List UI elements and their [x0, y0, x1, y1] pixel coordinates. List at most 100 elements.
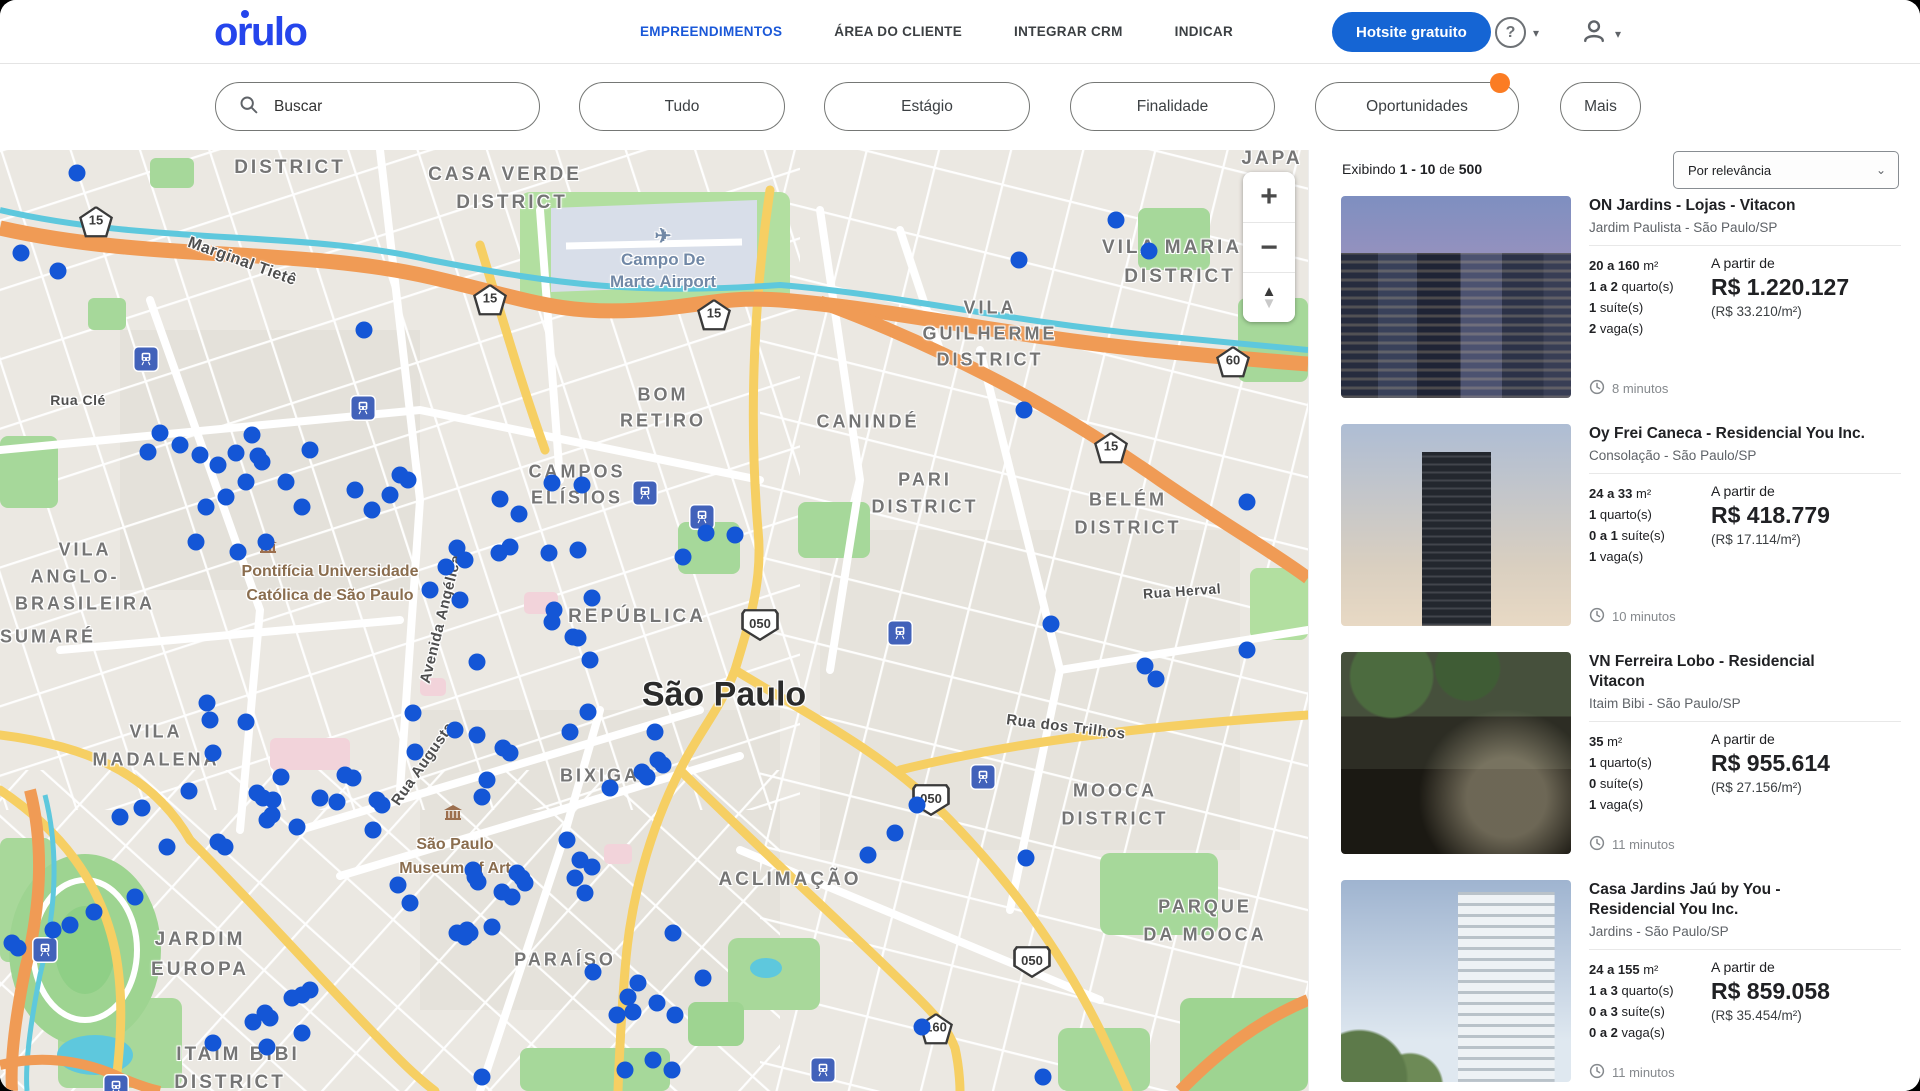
filter-finalidade[interactable]: Finalidade [1070, 82, 1275, 131]
property-marker[interactable] [727, 527, 744, 544]
filter-oportunidades[interactable]: Oportunidades [1315, 82, 1519, 131]
property-marker[interactable] [474, 1069, 491, 1086]
property-marker[interactable] [294, 499, 311, 516]
property-marker[interactable] [198, 499, 215, 516]
filter-mais[interactable]: Mais [1560, 82, 1641, 131]
property-marker[interactable] [159, 839, 176, 856]
property-marker[interactable] [238, 474, 255, 491]
property-marker[interactable] [1035, 1069, 1052, 1086]
property-marker[interactable] [422, 582, 439, 599]
property-marker[interactable] [1148, 671, 1165, 688]
property-marker[interactable] [302, 982, 319, 999]
property-marker[interactable] [574, 477, 591, 494]
property-marker[interactable] [585, 964, 602, 981]
property-marker[interactable] [584, 859, 601, 876]
property-marker[interactable] [609, 1007, 626, 1024]
property-marker[interactable] [909, 797, 926, 814]
property-marker[interactable] [259, 1039, 276, 1056]
property-marker[interactable] [259, 812, 276, 829]
property-marker[interactable] [278, 474, 295, 491]
property-marker[interactable] [62, 917, 79, 934]
property-marker[interactable] [1018, 850, 1035, 867]
property-marker[interactable] [1141, 243, 1158, 260]
nav-item-empreendimentos[interactable]: EMPREENDIMENTOS [640, 24, 782, 39]
property-marker[interactable] [447, 722, 464, 739]
listing-card[interactable]: VN Ferreira Lobo - Residencial Vitacon I… [1341, 652, 1901, 854]
property-marker[interactable] [347, 482, 364, 499]
property-marker[interactable] [452, 592, 469, 609]
property-marker[interactable] [205, 1035, 222, 1052]
listing-thumbnail[interactable] [1341, 424, 1571, 626]
property-marker[interactable] [649, 995, 666, 1012]
property-marker[interactable] [188, 534, 205, 551]
property-marker[interactable] [364, 502, 381, 519]
property-marker[interactable] [584, 590, 601, 607]
property-marker[interactable] [617, 1062, 634, 1079]
property-marker[interactable] [86, 904, 103, 921]
property-marker[interactable] [13, 245, 30, 262]
zoom-out-button[interactable]: − [1243, 222, 1295, 272]
property-marker[interactable] [860, 847, 877, 864]
property-marker[interactable] [262, 1010, 279, 1027]
nav-item-area-do-cliente[interactable]: ÁREA DO CLIENTE [834, 24, 962, 39]
property-marker[interactable] [112, 809, 129, 826]
pan-updown-button[interactable]: ▲ ▼ [1243, 272, 1295, 322]
listing-title[interactable]: ON Jardins - Lojas - Vitacon [1589, 196, 1865, 216]
property-marker[interactable] [152, 425, 169, 442]
property-marker[interactable] [302, 442, 319, 459]
hotsite-gratuito-button[interactable]: Hotsite gratuito [1332, 12, 1491, 52]
property-marker[interactable] [479, 772, 496, 789]
property-marker[interactable] [675, 549, 692, 566]
property-marker[interactable] [541, 545, 558, 562]
property-marker[interactable] [580, 704, 597, 721]
property-marker[interactable] [392, 467, 409, 484]
property-marker[interactable] [457, 929, 474, 946]
property-marker[interactable] [45, 922, 62, 939]
property-marker[interactable] [405, 705, 422, 722]
property-marker[interactable] [639, 769, 656, 786]
property-marker[interactable] [517, 875, 534, 892]
property-marker[interactable] [474, 789, 491, 806]
property-marker[interactable] [469, 727, 486, 744]
property-marker[interactable] [140, 444, 157, 461]
property-marker[interactable] [345, 770, 362, 787]
listing-thumbnail[interactable] [1341, 196, 1571, 398]
property-marker[interactable] [1043, 616, 1060, 633]
property-marker[interactable] [570, 630, 587, 647]
listing-card[interactable]: Oy Frei Caneca - Residencial You Inc. Co… [1341, 424, 1901, 626]
property-marker[interactable] [230, 544, 247, 561]
property-marker[interactable] [470, 874, 487, 891]
nav-item-integrar-crm[interactable]: INTEGRAR CRM [1014, 24, 1123, 39]
property-marker[interactable] [469, 654, 486, 671]
property-marker[interactable] [365, 822, 382, 839]
property-marker[interactable] [544, 614, 561, 631]
property-marker[interactable] [1108, 212, 1125, 229]
property-marker[interactable] [10, 940, 27, 957]
property-marker[interactable] [134, 800, 151, 817]
property-marker[interactable] [1239, 494, 1256, 511]
property-marker[interactable] [356, 322, 373, 339]
nav-item-indicar[interactable]: INDICAR [1175, 24, 1233, 39]
listing-thumbnail[interactable] [1341, 880, 1571, 1082]
property-marker[interactable] [329, 794, 346, 811]
property-marker[interactable] [312, 790, 329, 807]
property-marker[interactable] [210, 457, 227, 474]
property-marker[interactable] [577, 885, 594, 902]
property-marker[interactable] [407, 744, 424, 761]
filter-estagio[interactable]: Estágio [824, 82, 1030, 131]
listing-title[interactable]: Casa Jardins Jaú by You - Residencial Yo… [1589, 880, 1865, 920]
property-marker[interactable] [374, 797, 391, 814]
listing-thumbnail[interactable] [1341, 652, 1571, 854]
property-marker[interactable] [562, 724, 579, 741]
property-marker[interactable] [502, 745, 519, 762]
property-marker[interactable] [570, 542, 587, 559]
property-marker[interactable] [69, 165, 86, 182]
property-marker[interactable] [50, 263, 67, 280]
account-menu[interactable]: ▾ [1580, 17, 1621, 50]
property-marker[interactable] [382, 487, 399, 504]
property-marker[interactable] [664, 1062, 681, 1079]
property-marker[interactable] [245, 1014, 262, 1031]
property-marker[interactable] [258, 534, 275, 551]
property-marker[interactable] [484, 919, 501, 936]
property-marker[interactable] [502, 539, 519, 556]
